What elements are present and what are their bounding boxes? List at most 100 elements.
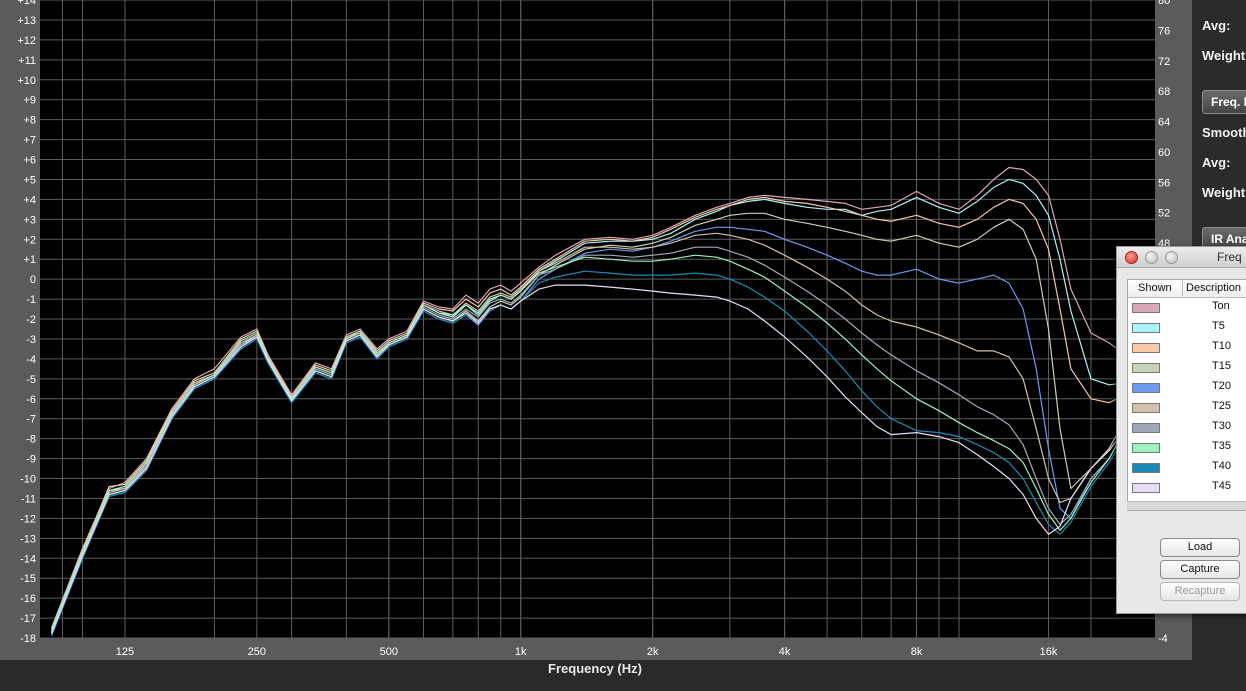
y-tick-label: -9 xyxy=(26,454,36,466)
row-description: T35 xyxy=(1212,440,1231,452)
load-button[interactable]: Load xyxy=(1160,538,1240,557)
zoom-icon[interactable] xyxy=(1165,251,1178,264)
y-tick-label: +5 xyxy=(23,174,36,186)
y-tick-label: -18 xyxy=(20,633,36,645)
horizontal-scrollbar[interactable] xyxy=(1127,501,1246,510)
row-description: T5 xyxy=(1212,320,1225,332)
table-row[interactable]: T15 xyxy=(1128,358,1246,378)
y-tick-label: +6 xyxy=(23,155,36,167)
right-y-tick-label: 76 xyxy=(1158,25,1170,37)
table-row[interactable]: T45 xyxy=(1128,478,1246,498)
captures-dialog[interactable]: Freq Shown Description Ton T5 T10 T15 T20 T25… xyxy=(1116,246,1246,614)
row-description: T20 xyxy=(1212,380,1231,392)
captures-table[interactable]: Shown Description Ton T5 T10 T15 T20 T25 T30 T3… xyxy=(1127,279,1246,511)
row-description: T25 xyxy=(1212,400,1231,412)
color-swatch[interactable] xyxy=(1132,363,1160,373)
weight-label: Weight xyxy=(1202,48,1246,63)
table-row[interactable]: T10 xyxy=(1128,338,1246,358)
x-tick-label: 2k xyxy=(647,646,659,658)
y-tick-label: -5 xyxy=(26,374,36,386)
y-tick-label: 0 xyxy=(30,274,36,286)
row-description: Ton xyxy=(1212,300,1230,312)
dialog-titlebar[interactable]: Freq xyxy=(1117,247,1246,268)
row-description: T10 xyxy=(1212,340,1231,352)
row-description: T30 xyxy=(1212,420,1231,432)
y-tick-label: -8 xyxy=(26,434,36,446)
y-tick-label: -1 xyxy=(26,294,36,306)
x-tick-label: 250 xyxy=(248,646,266,658)
capture-button[interactable]: Capture xyxy=(1160,560,1240,579)
color-swatch[interactable] xyxy=(1132,403,1160,413)
y-tick-label: -7 xyxy=(26,414,36,426)
y-tick-label: -16 xyxy=(20,593,36,605)
table-row[interactable]: T35 xyxy=(1128,438,1246,458)
y-tick-label: -15 xyxy=(20,573,36,585)
table-row[interactable]: T20 xyxy=(1128,378,1246,398)
y-tick-label: +1 xyxy=(23,254,36,266)
x-tick-label: 1k xyxy=(515,646,527,658)
right-y-tick-label: 56 xyxy=(1158,177,1170,189)
y-tick-label: -2 xyxy=(26,314,36,326)
row-description: T45 xyxy=(1212,480,1231,492)
table-row[interactable]: T30 xyxy=(1128,418,1246,438)
table-row[interactable]: T40 xyxy=(1128,458,1246,478)
recapture-button[interactable]: Recapture xyxy=(1160,582,1240,601)
column-header-description[interactable]: Description xyxy=(1186,282,1241,294)
frequency-response-chart[interactable]: -18 -17 -16 -15 -14 -13 -12 -11 -1 0 -9 -8 -7 -6 -5 -4 -… xyxy=(0,0,1192,660)
y-tick-label: +7 xyxy=(23,135,36,147)
y-tick-label: +4 xyxy=(23,194,36,206)
y-tick-label: -6 xyxy=(26,394,36,406)
freq-button[interactable]: Freq. I xyxy=(1202,90,1246,114)
right-y-tick-label: -4 xyxy=(1158,633,1168,645)
close-icon[interactable] xyxy=(1125,251,1138,264)
table-header: Shown Description xyxy=(1128,280,1246,298)
table-row[interactable]: Ton xyxy=(1128,298,1246,318)
y-tick-label: +12 xyxy=(17,35,36,47)
y-tick-label: -12 xyxy=(20,513,36,525)
y-tick-label: +2 xyxy=(23,234,36,246)
column-divider xyxy=(1182,280,1183,296)
row-description: T15 xyxy=(1212,360,1231,372)
table-row[interactable]: T5 xyxy=(1128,318,1246,338)
y-tick-label: +14 xyxy=(17,0,36,7)
avg-label-2: Avg: xyxy=(1202,155,1231,170)
color-swatch[interactable] xyxy=(1132,463,1160,473)
x-tick-label: 500 xyxy=(380,646,398,658)
dialog-title: Freq xyxy=(1217,250,1242,264)
color-swatch[interactable] xyxy=(1132,443,1160,453)
color-swatch[interactable] xyxy=(1132,483,1160,493)
minimize-icon[interactable] xyxy=(1145,251,1158,264)
right-y-tick-label: 80 xyxy=(1158,0,1170,7)
smooth-label: Smooth xyxy=(1202,125,1246,140)
right-y-tick-label: 52 xyxy=(1158,208,1170,220)
color-swatch[interactable] xyxy=(1132,323,1160,333)
row-description: T40 xyxy=(1212,460,1231,472)
chart-svg[interactable]: -18 -17 -16 -15 -14 -13 -12 -11 -1 0 -9 -8 -7 -6 -5 -4 -… xyxy=(0,0,1192,660)
right-y-tick-label: 68 xyxy=(1158,86,1170,98)
column-header-shown[interactable]: Shown xyxy=(1138,282,1172,294)
y-tick-label: -3 xyxy=(26,334,36,346)
y-tick-label: -14 xyxy=(20,553,36,565)
table-row[interactable]: T25 xyxy=(1128,398,1246,418)
y-tick-label: -13 xyxy=(20,533,36,545)
weight-label-2: Weight xyxy=(1202,185,1246,200)
color-swatch[interactable] xyxy=(1132,423,1160,433)
y-tick-label: +11 xyxy=(18,55,36,67)
avg-label: Avg: xyxy=(1202,18,1231,33)
x-axis-label: Frequency (Hz) xyxy=(548,661,642,676)
color-swatch[interactable] xyxy=(1132,383,1160,393)
color-swatch[interactable] xyxy=(1132,343,1160,353)
x-tick-label: 4k xyxy=(779,646,791,658)
y-tick-label: +9 xyxy=(23,95,36,107)
color-swatch[interactable] xyxy=(1132,303,1160,313)
y-tick-label: +13 xyxy=(17,15,36,27)
y-tick-label: -4 xyxy=(26,354,36,366)
y-tick-label: +10 xyxy=(17,75,36,87)
right-y-tick-label: 72 xyxy=(1158,56,1170,68)
x-tick-label: 125 xyxy=(116,646,134,658)
y-tick-label: +8 xyxy=(23,115,36,127)
x-tick-label: 8k xyxy=(911,646,923,658)
y-tick-label: -17 xyxy=(20,613,36,625)
x-tick-label: 16k xyxy=(1040,646,1058,658)
y-tick-label: -11 xyxy=(21,493,36,505)
